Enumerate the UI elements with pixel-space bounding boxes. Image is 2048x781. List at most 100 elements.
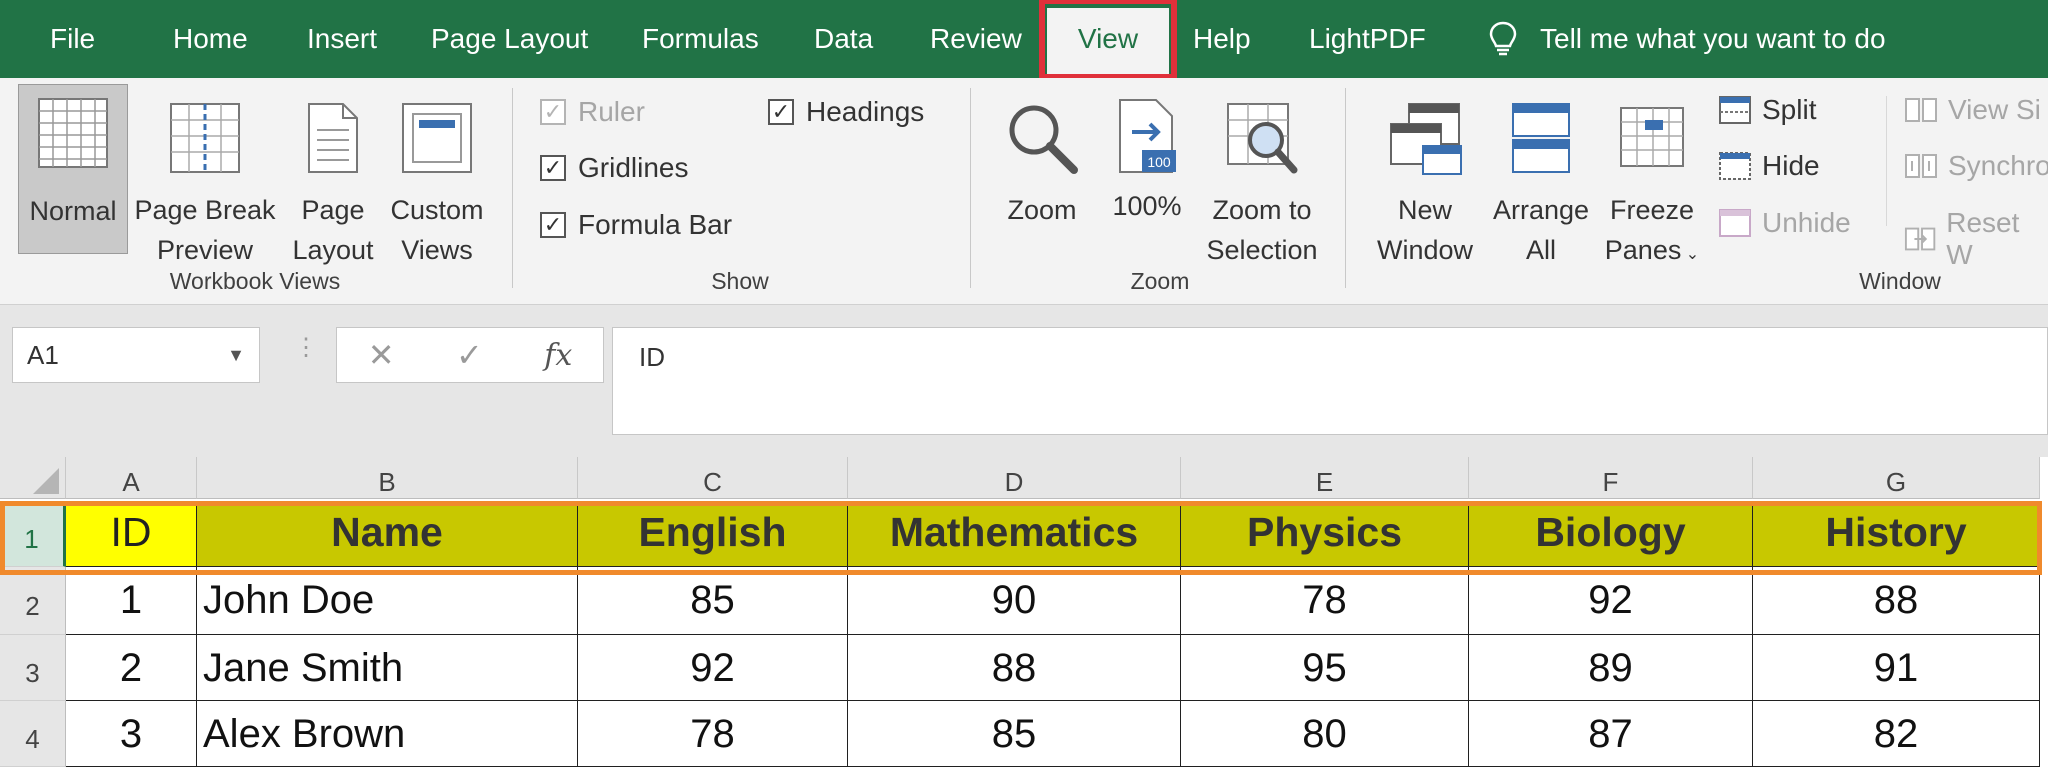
view-tab-highlight [1039, 0, 1177, 80]
table-cell[interactable]: 78 [1181, 567, 1469, 635]
table-cell[interactable]: John Doe [197, 567, 578, 635]
tab-lightpdf[interactable]: LightPDF [1309, 0, 1426, 78]
formula-bar-checkbox[interactable]: ✓ Formula Bar [540, 209, 732, 241]
page-break-preview-button[interactable]: Page Break Preview [130, 84, 280, 270]
tell-me-text: Tell me what you want to do [1540, 23, 1886, 54]
zoom-to-selection-button[interactable]: Zoom to Selection [1196, 84, 1328, 270]
hide-button[interactable]: Hide [1718, 150, 1820, 182]
table-cell[interactable]: 85 [848, 701, 1181, 767]
zoom-label: Zoom [1007, 195, 1077, 225]
tab-formulas[interactable]: Formulas [642, 0, 759, 78]
window-group-label: Window [1859, 268, 1941, 294]
custom-views-label-2: Views [401, 235, 473, 265]
table-cell[interactable]: 87 [1469, 701, 1753, 767]
column-header-f[interactable]: F [1469, 457, 1753, 499]
tab-review[interactable]: Review [930, 0, 1022, 78]
arrange-all-icon [1512, 103, 1570, 173]
row-header-2[interactable]: 2 [0, 567, 66, 635]
tab-home[interactable]: Home [173, 0, 248, 78]
magnifier-icon [1009, 105, 1078, 174]
table-cell[interactable]: 92 [578, 635, 848, 701]
header-cell-id[interactable]: ID [66, 501, 197, 567]
checkmark-icon: ✓ [540, 155, 566, 181]
column-header-d[interactable]: D [848, 457, 1181, 499]
unhide-button[interactable]: Unhide [1718, 207, 1851, 239]
formula-input[interactable]: ID [612, 327, 2048, 435]
header-cell-mathematics[interactable]: Mathematics [848, 501, 1181, 567]
table-cell[interactable]: 92 [1469, 567, 1753, 635]
column-header-g[interactable]: G [1753, 457, 2040, 499]
ruler-label: Ruler [578, 96, 645, 127]
drag-handle-icon[interactable]: ⋮ [294, 336, 318, 360]
page-layout-label-2: Layout [292, 235, 374, 265]
normal-view-button[interactable]: Normal [18, 84, 128, 254]
ribbon-tab-bar: File Home Insert Page Layout Formulas Da… [0, 0, 2048, 80]
table-cell[interactable]: 80 [1181, 701, 1469, 767]
zoom-button[interactable]: Zoom [994, 84, 1090, 230]
table-cell[interactable]: 91 [1753, 635, 2040, 701]
row-header-1[interactable]: 1 [0, 501, 66, 567]
tab-insert[interactable]: Insert [307, 0, 377, 78]
table-cell[interactable]: 88 [1753, 567, 2040, 635]
insert-function-icon[interactable]: fx [544, 338, 572, 373]
table-cell[interactable]: 82 [1753, 701, 2040, 767]
tab-help[interactable]: Help [1193, 0, 1251, 78]
headings-checkbox[interactable]: ✓ Headings [768, 96, 924, 128]
chevron-down-icon: ⌄ [1681, 246, 1700, 263]
table-cell[interactable]: 3 [66, 701, 197, 767]
table-cell[interactable]: 89 [1469, 635, 1753, 701]
freeze-panes-label-1: Freeze [1609, 195, 1695, 225]
new-window-button[interactable]: New Window [1370, 84, 1480, 270]
column-header-c[interactable]: C [578, 457, 848, 499]
enter-icon[interactable]: ✓ [456, 336, 483, 374]
header-cell-physics[interactable]: Physics [1181, 501, 1469, 567]
split-label: Split [1762, 94, 1817, 125]
name-box-value: A1 [27, 340, 59, 370]
row-header-3[interactable]: 3 [0, 635, 66, 701]
name-box[interactable]: A1 ▼ [12, 327, 260, 383]
ribbon-view: Normal Page Break Preview Page Layout Cu… [0, 78, 2048, 305]
column-header-b[interactable]: B [197, 457, 578, 499]
formula-input-value: ID [639, 342, 665, 372]
header-cell-biology[interactable]: Biology [1469, 501, 1753, 567]
ruler-checkbox[interactable]: ✓ Ruler [540, 96, 645, 128]
cancel-icon[interactable]: ✕ [368, 336, 395, 374]
table-cell[interactable]: Alex Brown [197, 701, 578, 767]
select-all-button[interactable] [0, 457, 66, 499]
synchronous-scrolling-button[interactable]: Synchro [1904, 150, 2048, 182]
tell-me-search[interactable]: Tell me what you want to do [1488, 0, 1886, 78]
column-header-a[interactable]: A [66, 457, 197, 499]
table-cell[interactable]: 2 [66, 635, 197, 701]
table-cell[interactable]: 85 [578, 567, 848, 635]
header-cell-english[interactable]: English [578, 501, 848, 567]
custom-views-label-1: Custom [390, 195, 484, 225]
arrange-all-button[interactable]: Arrange All [1486, 84, 1596, 270]
column-header-e[interactable]: E [1181, 457, 1469, 499]
show-group-label: Show [711, 268, 769, 294]
table-cell[interactable]: 78 [578, 701, 848, 767]
page-layout-view-button[interactable]: Page Layout [290, 84, 376, 270]
tab-data[interactable]: Data [814, 0, 873, 78]
freeze-panes-button[interactable]: Freeze Panes ⌄ [1602, 84, 1702, 275]
custom-views-icon [402, 103, 472, 173]
table-cell[interactable]: Jane Smith [197, 635, 578, 701]
zoom-100-button[interactable]: 100 100% [1100, 84, 1194, 226]
custom-views-button[interactable]: Custom Views [384, 84, 490, 270]
row-header-4[interactable]: 4 [0, 701, 66, 767]
gridlines-checkbox[interactable]: ✓ Gridlines [540, 152, 688, 184]
table-cell[interactable]: 90 [848, 567, 1181, 635]
split-button[interactable]: Split [1718, 94, 1816, 126]
table-cell[interactable]: 95 [1181, 635, 1469, 701]
table-cell[interactable]: 1 [66, 567, 197, 635]
table-cell[interactable]: 88 [848, 635, 1181, 701]
tab-file[interactable]: File [50, 0, 95, 78]
header-cell-name[interactable]: Name [197, 501, 578, 567]
page-layout-label-1: Page [301, 195, 365, 225]
group-separator [1886, 96, 1887, 226]
tab-page-layout[interactable]: Page Layout [431, 0, 588, 78]
view-side-by-side-button[interactable]: View Si [1904, 94, 2041, 126]
dropdown-arrow-icon[interactable]: ▼ [227, 328, 245, 382]
header-cell-history[interactable]: History [1753, 501, 2040, 567]
reset-window-position-button[interactable]: Reset W [1904, 207, 2048, 271]
formula-bar-label: Formula Bar [578, 209, 733, 240]
